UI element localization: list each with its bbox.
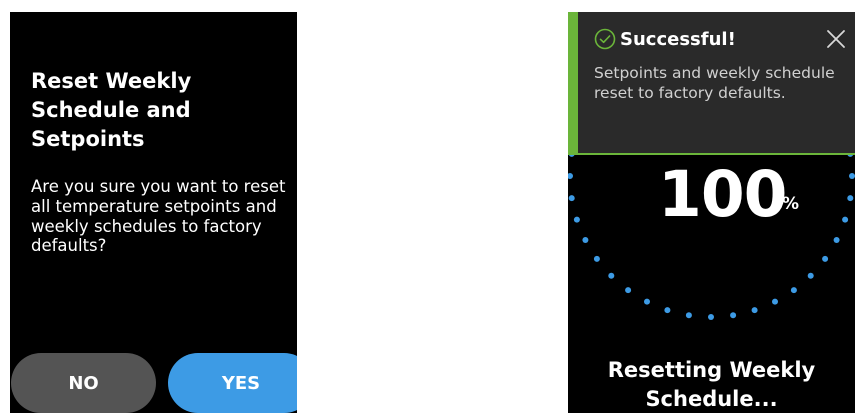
progress-dot bbox=[849, 173, 855, 179]
close-icon[interactable] bbox=[823, 26, 849, 52]
reset-progress-screen: 100 % Resetting Weekly Schedule... Succe… bbox=[568, 12, 855, 413]
dialog-message: Are you sure you want to reset all tempe… bbox=[31, 177, 286, 256]
progress-dot bbox=[842, 216, 849, 223]
confirm-reset-screen: Reset Weekly Schedule and Setpoints Are … bbox=[10, 12, 297, 413]
progress-dot bbox=[664, 307, 671, 314]
progress-unit: % bbox=[782, 194, 800, 214]
toast-message: Setpoints and weekly schedule reset to f… bbox=[594, 64, 835, 102]
progress-dot bbox=[833, 237, 840, 243]
progress-dot bbox=[593, 255, 600, 262]
progress-dot bbox=[568, 173, 573, 179]
progress-dot bbox=[568, 195, 575, 202]
progress-dot bbox=[847, 195, 854, 202]
progress-dot bbox=[772, 298, 778, 305]
progress-dot bbox=[644, 298, 650, 305]
progress-value: 100 bbox=[658, 158, 788, 231]
check-circle-icon bbox=[594, 28, 616, 50]
no-button[interactable]: NO bbox=[11, 353, 156, 413]
progress-dot bbox=[807, 272, 814, 279]
yes-button[interactable]: YES bbox=[168, 353, 297, 413]
progress-dot bbox=[573, 216, 580, 223]
progress-dot bbox=[625, 287, 632, 294]
toast-title: Successful! bbox=[620, 29, 736, 50]
progress-dot bbox=[608, 272, 615, 279]
progress-dot bbox=[790, 287, 797, 294]
progress-dot bbox=[582, 237, 589, 243]
progress-dot bbox=[685, 312, 692, 319]
dialog-title: Reset Weekly Schedule and Setpoints bbox=[31, 69, 192, 151]
progress-dot bbox=[708, 314, 714, 320]
progress-dot bbox=[751, 307, 758, 314]
progress-dot bbox=[730, 312, 737, 319]
success-toast: Successful! Setpoints and weekly schedul… bbox=[568, 12, 855, 155]
progress-dot bbox=[822, 255, 829, 262]
progress-status-label: Resetting Weekly Schedule... bbox=[607, 358, 816, 411]
